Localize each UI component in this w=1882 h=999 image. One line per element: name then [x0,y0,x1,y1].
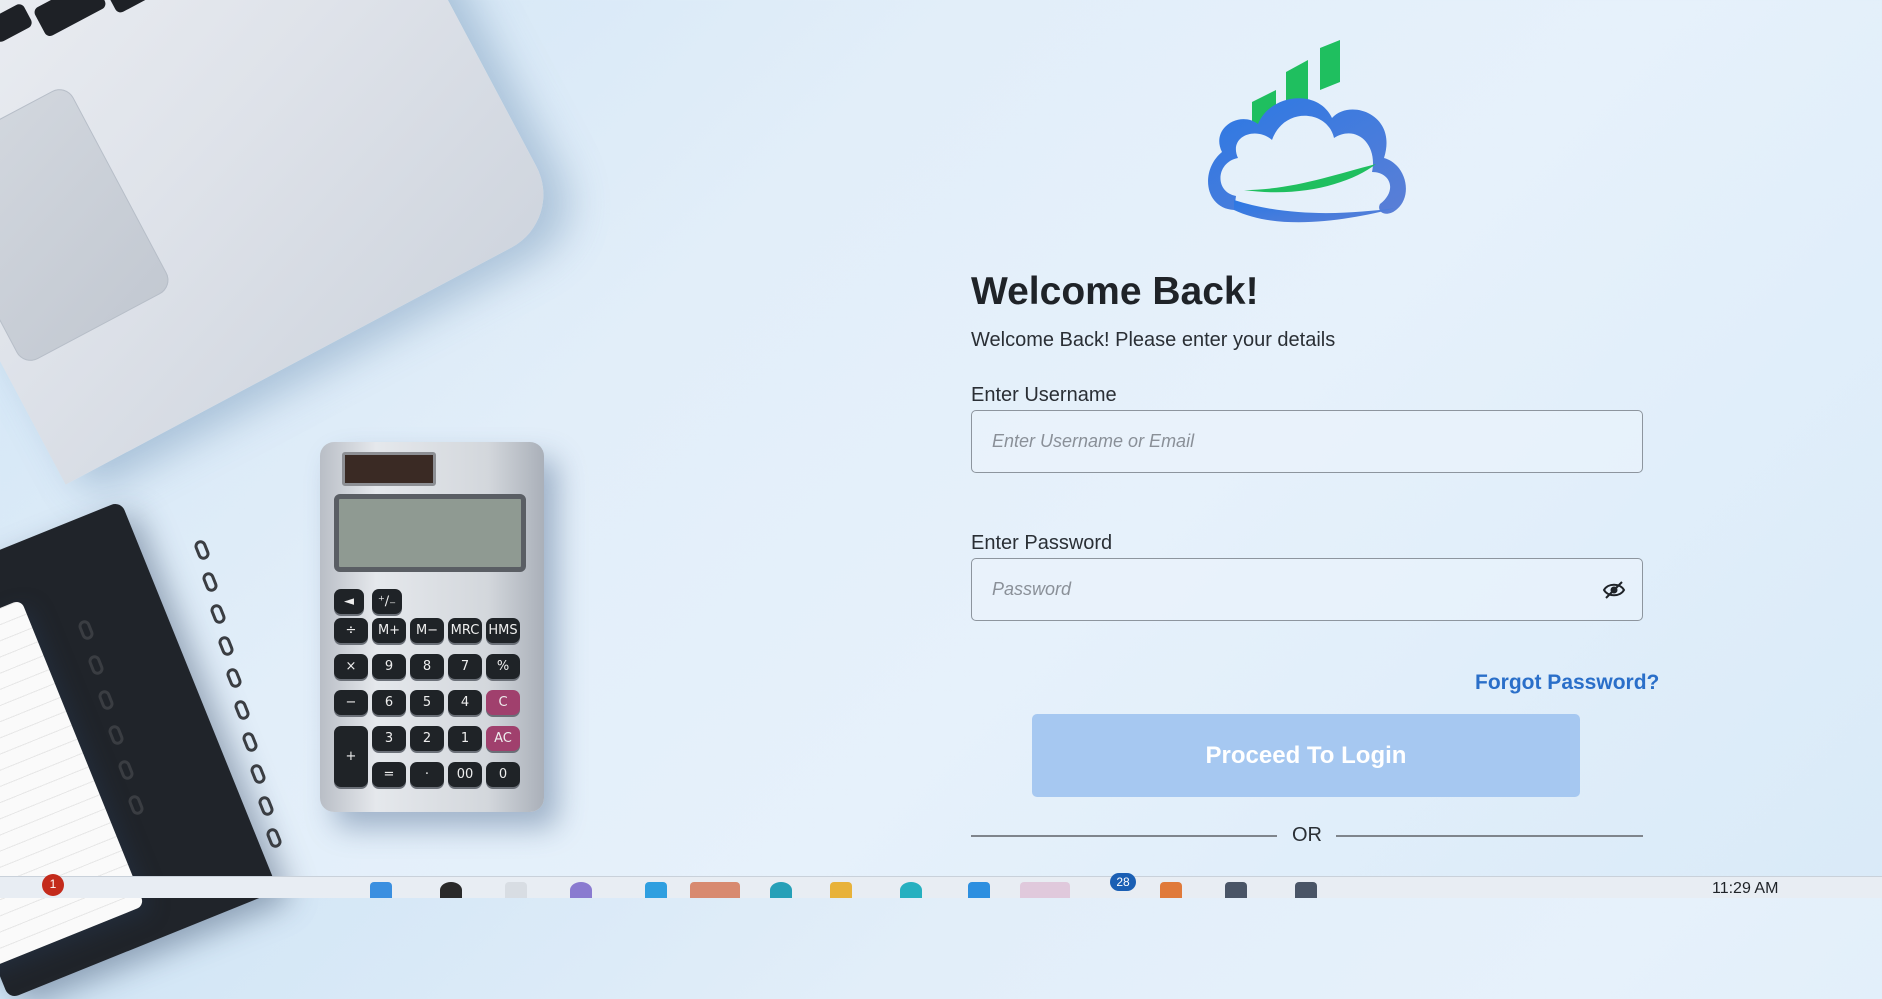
password-input[interactable] [972,559,1642,620]
calculator-key: 1 [448,726,482,751]
calculator-key: 5 [410,690,444,715]
calculator-key: · [410,762,444,787]
notebook-spiral [224,666,244,690]
calculator-key: 0 [486,762,520,787]
calculator-key: ◄ [334,589,364,614]
calculator-key: C [486,690,520,715]
calculator-key: ⁺∕₋ [372,589,402,614]
notebook-spiral [200,570,220,594]
calculator-key: 7 [448,654,482,679]
taskbar-app-icon[interactable] [1160,882,1182,898]
taskbar-app-icon[interactable] [1020,882,1070,898]
notebook-spiral [256,794,276,818]
calculator-key: 3 [372,726,406,751]
divider-line-left [971,835,1277,837]
notification-badge[interactable]: 1 [42,874,64,896]
eye-slash-icon[interactable] [1602,580,1626,600]
username-label: Enter Username [971,384,1117,406]
calculator-key: ÷ [334,618,368,643]
password-field-box [971,558,1643,621]
calculator-key: 2 [410,726,444,751]
app-badge: 28 [1110,873,1136,891]
taskbar-app-icon[interactable] [570,882,592,898]
page-title: Welcome Back! [971,270,1259,313]
notebook-spiral [248,762,268,786]
calculator-key: = [372,762,406,787]
calculator-key: M− [410,618,444,643]
notebook-spiral [192,538,212,562]
system-clock[interactable]: 11:29 AM [1712,880,1778,898]
calculator-key: HMS [486,618,520,643]
calculator-key: 4 [448,690,482,715]
taskbar: 1 28 11:29 AM [0,873,1882,898]
calculator-photo: ◄ ⁺∕₋ ÷ M+ M− MRC HMS × 9 8 7 % − 6 5 4 … [320,442,544,812]
forgot-password-link[interactable]: Forgot Password? [1475,671,1659,695]
divider-or-label: OR [1292,824,1322,846]
calculator-key: − [334,690,368,715]
calculator-screen [334,494,526,572]
notebook-spiral [208,602,228,626]
calculator-key: + [334,726,368,787]
calculator-key: × [334,654,368,679]
notebook-spiral [216,634,236,658]
taskbar-app-icon[interactable] [830,882,852,898]
divider-line-right [1336,835,1643,837]
calculator-key: M+ [372,618,406,643]
calculator-key: 00 [448,762,482,787]
taskbar-app-icon[interactable] [440,882,462,898]
notebook-spiral [232,698,252,722]
calculator-key: 8 [410,654,444,679]
username-input[interactable] [972,411,1642,472]
calculator-key: MRC [448,618,482,643]
taskbar-app-icon[interactable] [968,882,990,898]
notebook-spiral [240,730,260,754]
calculator-key: 6 [372,690,406,715]
username-field-box [971,410,1643,473]
taskbar-app-icon[interactable] [900,882,922,898]
calculator-key: 9 [372,654,406,679]
proceed-to-login-button[interactable]: Proceed To Login [1032,714,1580,797]
brand-cloud-logo [1208,40,1406,223]
password-label: Enter Password [971,532,1113,554]
notebook-spiral [264,826,284,850]
calculator-solar-panel [342,452,436,486]
taskbar-app-icon[interactable] [1225,882,1247,898]
calculator-key: AC [486,726,520,751]
calculator-key: % [486,654,520,679]
taskbar-app-icon[interactable] [690,882,740,898]
taskbar-app-icon[interactable] [1295,882,1317,898]
taskbar-app-icon[interactable] [770,882,792,898]
taskbar-app-icon[interactable] [645,882,667,898]
start-icon[interactable] [370,882,392,898]
page-subtitle: Welcome Back! Please enter your details [971,329,1336,351]
taskbar-app-icon[interactable] [505,882,527,898]
